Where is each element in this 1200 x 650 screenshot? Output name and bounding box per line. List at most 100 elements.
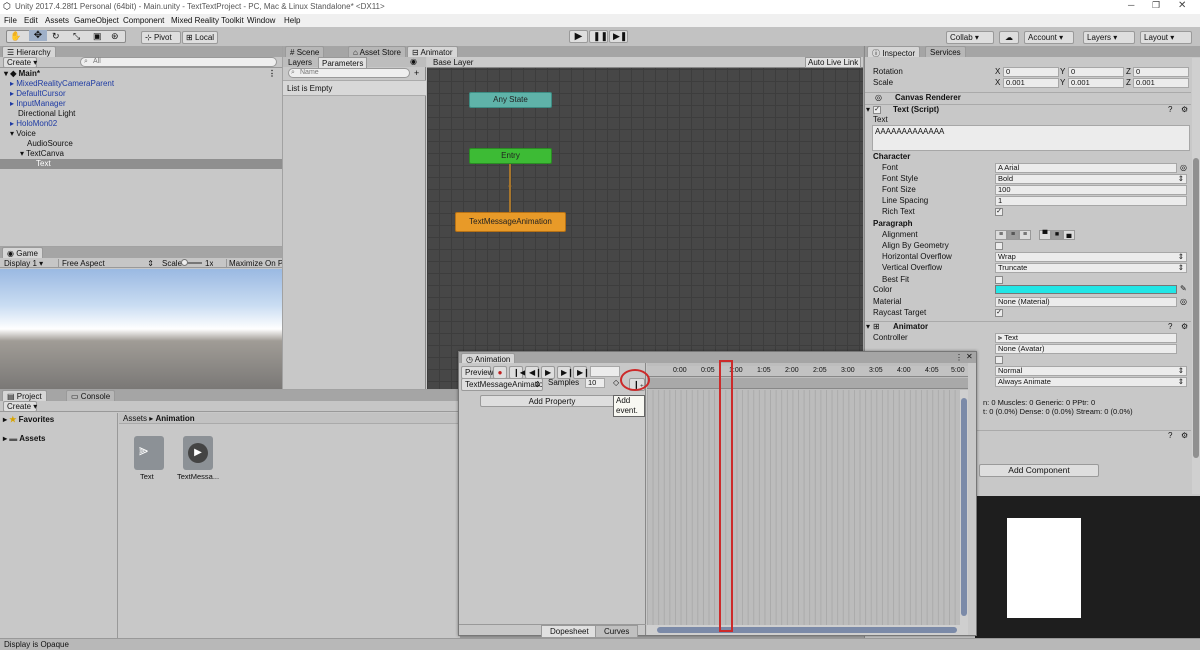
align-bottom-button[interactable]: ▄: [1063, 230, 1075, 240]
tab-console[interactable]: ▭ Console: [66, 390, 116, 401]
rect-tool-icon[interactable]: ▣: [93, 31, 102, 42]
rotation-z-field[interactable]: 0: [1133, 67, 1189, 77]
raycast-target-checkbox[interactable]: ✓: [995, 309, 1003, 317]
tab-inspector[interactable]: ⓘ Inspector: [867, 46, 921, 58]
canvas-renderer-header[interactable]: ◎ Canvas Renderer: [865, 92, 1191, 103]
menu-assets[interactable]: Assets: [45, 16, 69, 25]
entry-node[interactable]: Entry: [469, 148, 552, 164]
move-tool-icon[interactable]: ✥: [29, 30, 47, 41]
tab-game[interactable]: ◉ Game: [2, 247, 44, 258]
favorites-item[interactable]: ▸ ★ Favorites: [0, 415, 54, 425]
vertical-overflow-select[interactable]: Truncate ⇕: [995, 263, 1187, 273]
collapsed-component-header[interactable]: ? ⚙: [975, 430, 1191, 441]
auto-live-link-toggle[interactable]: Auto Live Link: [805, 57, 862, 68]
add-keyframe-icon[interactable]: ◇: [613, 378, 619, 388]
align-right-button[interactable]: ≡: [1019, 230, 1031, 240]
scale-x-field[interactable]: 0.001: [1003, 78, 1059, 88]
scale-slider-thumb[interactable]: [181, 259, 188, 266]
tab-scene[interactable]: # Scene: [285, 46, 325, 57]
align-by-geometry-checkbox[interactable]: [995, 242, 1003, 250]
hierarchy-item[interactable]: ▸ MixedRealityCameraParent: [0, 79, 114, 89]
breadcrumb-assets[interactable]: Assets: [123, 414, 147, 423]
account-button[interactable]: Account ▾: [1024, 31, 1074, 44]
component-menu-icon[interactable]: ⚙: [1181, 105, 1188, 115]
text-script-header[interactable]: ▾ ✓ Text (Script) ? ⚙: [865, 104, 1191, 115]
rotation-x-field[interactable]: 0: [1003, 67, 1059, 77]
help-icon[interactable]: ?: [1168, 105, 1172, 115]
menu-help[interactable]: Help: [284, 16, 300, 25]
scale-tool-icon[interactable]: ⤡: [73, 31, 80, 42]
pause-button[interactable]: ❚❚: [589, 30, 608, 43]
project-create-button[interactable]: Create ▾: [3, 401, 37, 412]
controller-field[interactable]: ⫸ Text: [995, 333, 1177, 343]
cloud-button[interactable]: ☁: [999, 31, 1019, 44]
maximize-on-play-toggle[interactable]: Maximize On Pla: [226, 259, 282, 268]
hierarchy-item[interactable]: ▸ DefaultCursor: [0, 89, 66, 99]
menu-gameobject[interactable]: GameObject: [74, 16, 119, 25]
culling-mode-select[interactable]: Always Animate ⇕: [995, 377, 1187, 387]
menu-component[interactable]: Component: [123, 16, 164, 25]
asset-tile[interactable]: ⫸: [134, 436, 164, 470]
object-picker-icon[interactable]: ◎: [1180, 163, 1187, 173]
asset-tile[interactable]: ▶: [183, 436, 213, 470]
tab-curves[interactable]: Curves: [595, 625, 639, 638]
base-layer-breadcrumb[interactable]: Base Layer: [433, 58, 473, 67]
hierarchy-item[interactable]: ▸ HoloMon02: [0, 119, 57, 129]
hierarchy-item[interactable]: ▸ InputManager: [0, 99, 66, 109]
scale-z-field[interactable]: 0.001: [1133, 78, 1189, 88]
breadcrumb-animation[interactable]: Animation: [156, 414, 195, 423]
scene-menu-icon[interactable]: ⋮: [268, 69, 276, 79]
current-frame-field[interactable]: [590, 366, 620, 377]
pivot-button[interactable]: ⊹ Pivot: [141, 31, 181, 44]
animator-component-header[interactable]: ▾ ⊞ Animator ? ⚙: [865, 321, 1191, 332]
inspector-scrollbar-thumb[interactable]: [1193, 158, 1199, 458]
hierarchy-item[interactable]: ▾ Voice: [0, 129, 36, 139]
game-viewport[interactable]: [0, 269, 282, 389]
close-icon[interactable]: ✕: [1178, 0, 1198, 11]
layers-button[interactable]: Layers ▾: [1083, 31, 1135, 44]
hierarchy-item[interactable]: AudioSource: [0, 139, 73, 149]
update-mode-select[interactable]: Normal ⇕: [995, 366, 1187, 376]
hand-tool-icon[interactable]: ✋: [10, 31, 21, 42]
avatar-field[interactable]: None (Avatar): [995, 344, 1177, 354]
menu-edit[interactable]: Edit: [24, 16, 38, 25]
collab-button[interactable]: Collab ▾: [946, 31, 994, 44]
help-icon[interactable]: ?: [1168, 431, 1172, 441]
inspector-scrollbar[interactable]: [1192, 58, 1200, 494]
help-icon[interactable]: ?: [1168, 322, 1172, 332]
align-top-button[interactable]: ▀: [1039, 230, 1051, 240]
align-middle-button[interactable]: ■: [1051, 230, 1063, 240]
text-value-area[interactable]: AAAAAAAAAAAAA: [872, 125, 1190, 151]
tab-hierarchy[interactable]: ☰ Hierarchy: [2, 46, 56, 57]
assets-item[interactable]: ▸ ▬ Assets: [0, 434, 45, 444]
color-swatch[interactable]: [995, 285, 1177, 294]
horizontal-overflow-select[interactable]: Wrap ⇕: [995, 252, 1187, 262]
component-menu-icon[interactable]: ⚙: [1181, 431, 1188, 441]
tab-services[interactable]: Services: [925, 46, 966, 57]
add-parameter-icon[interactable]: +: [414, 68, 419, 78]
apply-root-motion-checkbox[interactable]: [995, 356, 1003, 364]
transform-tool-icon[interactable]: ⊛: [111, 31, 119, 42]
dopesheet-grid[interactable]: [647, 390, 960, 625]
align-left-button[interactable]: ≡: [995, 230, 1007, 240]
best-fit-checkbox[interactable]: [995, 276, 1003, 284]
animation-timeline[interactable]: 0:00 0:05 1:00 1:05 2:00 2:05 3:00 3:05 …: [647, 363, 968, 635]
timeline-hscrollbar[interactable]: [647, 625, 968, 635]
layout-button[interactable]: Layout ▾: [1140, 31, 1192, 44]
any-state-node[interactable]: Any State: [469, 92, 552, 108]
scene-row[interactable]: ▾ ◆ Main* ⋮: [0, 69, 282, 79]
tab-project[interactable]: ▤ Project: [2, 390, 47, 401]
local-button[interactable]: ⊞ Local: [182, 31, 218, 44]
parameter-search-input[interactable]: ⌕ Name: [288, 68, 410, 78]
hierarchy-item-selected[interactable]: Text: [0, 159, 282, 169]
timeline-ruler[interactable]: 0:00 0:05 1:00 1:05 2:00 2:05 3:00 3:05 …: [647, 366, 968, 377]
add-component-button[interactable]: Add Component: [979, 464, 1099, 477]
font-field[interactable]: A Arial: [995, 163, 1177, 173]
eye-icon[interactable]: ◉: [410, 57, 417, 66]
maximize-icon[interactable]: ❐: [1152, 0, 1172, 11]
text-enabled-checkbox[interactable]: ✓: [873, 106, 881, 114]
window-menu-icon[interactable]: ⋮: [955, 353, 963, 362]
clip-state-node[interactable]: TextMessageAnimation: [455, 212, 566, 232]
menu-window[interactable]: Window: [247, 16, 275, 25]
tab-layers[interactable]: Layers: [288, 58, 312, 67]
